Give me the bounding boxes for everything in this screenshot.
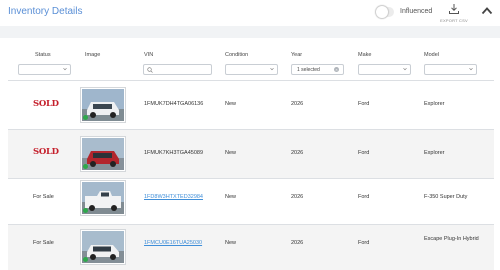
vehicle-thumbnail[interactable] <box>80 87 126 123</box>
chevron-down-icon <box>63 67 67 71</box>
influenced-label: Influenced <box>400 8 433 15</box>
column-header-model: Model <box>424 52 439 58</box>
column-header-make: Make <box>358 52 372 58</box>
condition-cell: New <box>225 240 237 246</box>
panel-header: Inventory Details Influenced EXPORT CSV <box>0 0 500 26</box>
year-cell: 2026 <box>291 150 304 156</box>
export-csv-button[interactable]: EXPORT CSV <box>440 3 468 25</box>
status-cell: For Sale <box>33 194 54 200</box>
condition-filter-dropdown[interactable] <box>225 64 278 75</box>
photo-badge-icon <box>83 208 88 213</box>
column-header-condition: Condition <box>225 52 249 58</box>
vehicle-thumbnail[interactable] <box>80 136 126 172</box>
column-header-status: Status <box>35 52 51 58</box>
model-cell: Escape Plug-In Hybrid <box>424 236 479 242</box>
condition-cell: New <box>225 150 237 156</box>
year-filter-dropdown[interactable]: 1 selected × <box>291 64 344 75</box>
vin-link[interactable]: 1FD8W3HTXTED32984 <box>144 194 203 200</box>
collapse-button[interactable] <box>480 4 494 18</box>
make-cell: Ford <box>358 240 370 246</box>
photo-badge-icon <box>83 257 88 262</box>
vehicle-thumbnail[interactable] <box>80 229 126 265</box>
condition-cell: New <box>225 194 237 200</box>
vehicle-photo <box>82 231 124 263</box>
condition-cell: New <box>225 101 237 107</box>
year-filter-value: 1 selected <box>297 66 320 73</box>
status-filter-dropdown[interactable] <box>18 64 71 75</box>
make-cell: Ford <box>358 194 370 200</box>
search-icon <box>147 66 153 73</box>
year-cell: 2026 <box>291 101 304 107</box>
vehicle-photo <box>82 89 124 121</box>
clear-filter-icon[interactable]: × <box>334 66 339 72</box>
make-filter-dropdown[interactable] <box>358 64 411 75</box>
chevron-down-icon <box>270 67 274 71</box>
vehicle-thumbnail[interactable] <box>80 180 126 216</box>
year-cell: 2026 <box>291 194 304 200</box>
page-title: Inventory Details <box>8 6 83 17</box>
toggle-knob[interactable] <box>376 6 388 18</box>
column-header-year: Year <box>291 52 303 58</box>
sold-stamp: SOLD <box>33 147 59 157</box>
vin-cell: 1FMUK7DH4TGA06136 <box>144 101 204 107</box>
chevron-up-icon <box>481 7 493 15</box>
year-cell: 2026 <box>291 240 304 246</box>
photo-badge-icon <box>83 164 88 169</box>
model-cell: Explorer <box>424 150 445 156</box>
download-icon <box>449 4 459 14</box>
vehicle-photo <box>82 182 124 214</box>
vin-search-input[interactable] <box>143 64 212 75</box>
chevron-down-icon <box>469 67 473 71</box>
vin-cell: 1FMUK7KH3TGA45089 <box>144 150 203 156</box>
model-cell: F-350 Super Duty <box>424 194 468 200</box>
chevron-down-icon <box>403 67 407 71</box>
header-divider-band <box>0 26 500 38</box>
column-header-image: Image <box>85 52 101 58</box>
table-row[interactable]: SOLD 1FMUK7DH4TGA06136 New 2026 Ford Exp… <box>8 81 494 129</box>
photo-badge-icon <box>83 115 88 120</box>
table-row[interactable]: For Sale 1FMCU0E16TUA25030 New 2026 Ford… <box>8 225 494 270</box>
model-filter-dropdown[interactable] <box>424 64 477 75</box>
make-cell: Ford <box>358 150 370 156</box>
influenced-toggle[interactable] <box>376 6 394 18</box>
export-csv-label: EXPORT CSV <box>440 18 468 23</box>
inventory-table: Status Image VIN Condition Year Make Mod… <box>8 38 494 270</box>
vehicle-photo <box>82 138 124 170</box>
make-cell: Ford <box>358 101 370 107</box>
table-row[interactable]: For Sale 1FD8W3HTXTED32984 New 2026 Ford… <box>8 179 494 227</box>
status-cell: For Sale <box>33 240 54 246</box>
column-header-vin: VIN <box>144 52 154 58</box>
table-row[interactable]: SOLD 1FMUK7KH3TGA45089 New 2026 Ford Exp… <box>8 130 494 178</box>
sold-stamp: SOLD <box>33 99 59 109</box>
vin-link[interactable]: 1FMCU0E16TUA25030 <box>144 240 202 246</box>
model-cell: Explorer <box>424 101 445 107</box>
